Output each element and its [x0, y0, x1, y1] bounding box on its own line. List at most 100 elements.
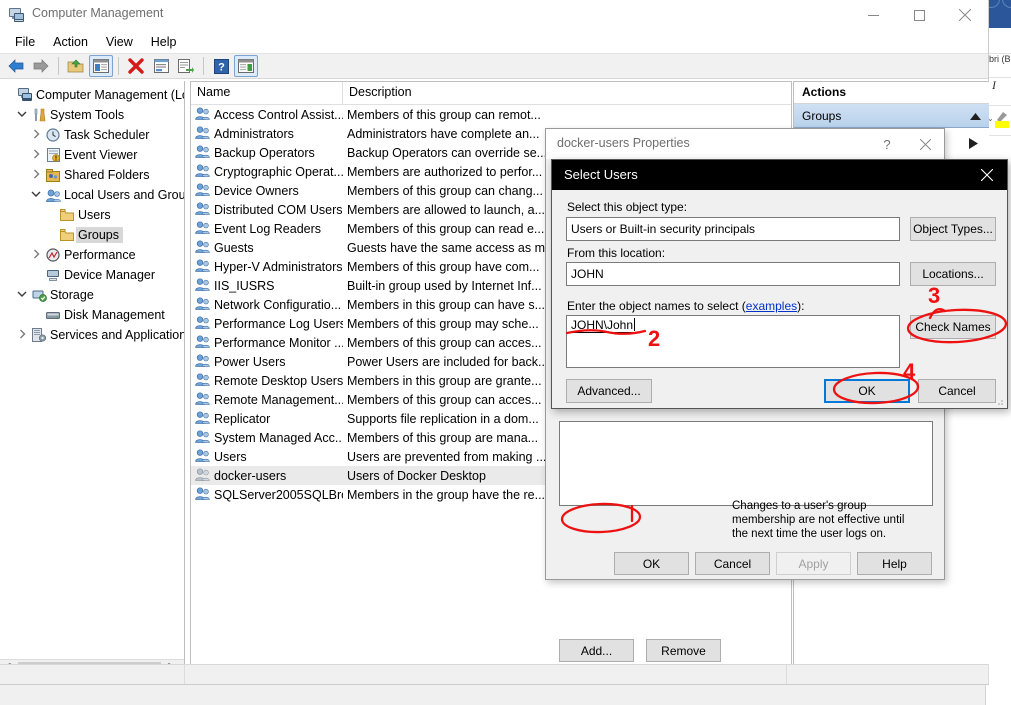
tree-node-system-tools[interactable]: System Tools [0, 105, 184, 125]
toolbar: ? [0, 53, 988, 79]
object-types-button[interactable]: Object Types... [910, 217, 996, 241]
chevron-right-icon[interactable] [28, 249, 44, 262]
location-label: From this location: [567, 246, 666, 260]
properties-close-button[interactable] [906, 129, 944, 159]
group-name: Cryptographic Operat... [214, 164, 343, 179]
locations-button[interactable]: Locations... [910, 262, 996, 286]
menubar: File Action View Help [0, 30, 988, 53]
chevron-down-icon[interactable] [14, 289, 30, 302]
advanced-button[interactable]: Advanced... [566, 379, 652, 403]
chevron-right-icon[interactable] [28, 169, 44, 182]
properties-ok-button[interactable]: OK [614, 552, 689, 575]
users-groups-icon [44, 189, 62, 202]
console-tree-pane[interactable]: Computer Management (Local System Tools Ta… [0, 81, 185, 677]
tree-node-computer-management-local[interactable]: Computer Management (Local [0, 85, 184, 105]
chevron-down-icon[interactable] [28, 189, 44, 202]
tree-node-shared-folders[interactable]: Shared Folders [0, 165, 184, 185]
word-highlight-icon[interactable]: ⌄ [986, 106, 1011, 136]
shared-folders-icon [44, 168, 62, 182]
group-icon [195, 334, 210, 351]
services-icon [30, 328, 48, 342]
properties-help-bottom-button[interactable]: Help [857, 552, 932, 575]
menu-file[interactable]: File [6, 33, 44, 51]
screen: ibri (B I ⌄ Computer Management File Act… [0, 0, 1011, 705]
forward-icon[interactable] [29, 55, 53, 77]
back-icon[interactable] [4, 55, 28, 77]
tree-node-label: Disk Management [64, 308, 165, 322]
object-names-label-after: ): [797, 299, 805, 313]
properties-help-button[interactable]: ? [868, 129, 906, 159]
svg-text:?: ? [218, 61, 225, 73]
object-names-input[interactable]: JOHN\John [566, 315, 900, 368]
actions-group-groups[interactable]: Groups [794, 104, 989, 128]
cell-name: SQLServer2005SQLBro... [191, 486, 343, 503]
check-names-button[interactable]: Check Names [910, 315, 996, 339]
chevron-right-icon[interactable] [28, 129, 44, 142]
group-icon [195, 315, 210, 332]
help-icon[interactable]: ? [209, 55, 233, 77]
export-list-icon[interactable] [174, 55, 198, 77]
group-icon [195, 448, 210, 465]
column-header-name[interactable]: Name [191, 82, 343, 104]
window-title: Computer Management [32, 6, 164, 20]
console-tree: Computer Management (Local System Tools Ta… [0, 81, 184, 345]
show-action-pane-icon[interactable] [234, 55, 258, 77]
storage-icon [30, 289, 48, 302]
minimize-button[interactable] [850, 0, 896, 30]
examples-link[interactable]: examples [746, 299, 797, 313]
group-icon [195, 296, 210, 313]
table-row[interactable]: Access Control Assist... Members of this … [191, 105, 791, 124]
resize-grip-icon[interactable] [994, 396, 1004, 406]
actions-more-button[interactable] [957, 128, 989, 158]
group-icon [195, 106, 210, 123]
menu-view[interactable]: View [97, 33, 142, 51]
tree-node-task-scheduler[interactable]: Task Scheduler [0, 125, 184, 145]
select-users-close-button[interactable] [967, 160, 1007, 190]
select-users-ok-button[interactable]: OK [824, 379, 910, 403]
tree-node-event-viewer[interactable]: Event Viewer [0, 145, 184, 165]
properties-icon[interactable] [149, 55, 173, 77]
tree-node-label: Services and Applications [50, 328, 185, 342]
delete-icon[interactable] [124, 55, 148, 77]
tree-node-groups[interactable]: Groups [0, 225, 184, 245]
menu-action[interactable]: Action [44, 33, 97, 51]
members-listbox[interactable] [559, 421, 933, 506]
show-hide-tree-icon[interactable] [89, 55, 113, 77]
chevron-down-icon[interactable] [14, 109, 30, 122]
group-icon [195, 258, 210, 275]
remove-button[interactable]: Remove [646, 639, 721, 662]
tree-node-performance[interactable]: Performance [0, 245, 184, 265]
chevron-right-icon[interactable] [28, 149, 44, 162]
up-folder-icon[interactable] [64, 55, 88, 77]
chevron-right-icon[interactable] [14, 329, 30, 342]
menu-help[interactable]: Help [142, 33, 186, 51]
group-name: Distributed COM Users [214, 202, 343, 217]
tree-node-device-manager[interactable]: Device Manager [0, 265, 184, 285]
add-button[interactable]: Add... [559, 639, 634, 662]
cell-name: Performance Monitor ... [191, 334, 343, 351]
object-names-value: JOHN\John [571, 318, 634, 333]
select-users-cancel-button[interactable]: Cancel [918, 379, 996, 403]
tree-node-disk-management[interactable]: Disk Management [0, 305, 184, 325]
tree-node-storage[interactable]: Storage [0, 285, 184, 305]
cell-name: Device Owners [191, 182, 343, 199]
column-header-description[interactable]: Description [343, 82, 791, 104]
cell-name: Guests [191, 239, 343, 256]
maximize-button[interactable] [896, 0, 942, 30]
tree-node-users[interactable]: Users [0, 205, 184, 225]
word-circle-icon-2 [1002, 0, 1011, 8]
group-icon [195, 182, 210, 199]
chevron-up-icon[interactable] [970, 109, 981, 123]
object-names-label: Enter the object names to select (exampl… [567, 299, 804, 313]
tree-node-label: Performance [64, 248, 136, 262]
close-button[interactable] [942, 0, 988, 30]
tree-node-local-users-and-groups[interactable]: Local Users and Groups [0, 185, 184, 205]
properties-cancel-button[interactable]: Cancel [695, 552, 770, 575]
tree-node-label: Users [78, 208, 111, 222]
object-type-input[interactable]: Users or Built-in security principals [566, 217, 900, 241]
toolbar-separator-2 [118, 57, 119, 75]
clock-icon [44, 128, 62, 142]
tree-node-services-and-applications[interactable]: Services and Applications [0, 325, 184, 345]
location-input[interactable]: JOHN [566, 262, 900, 286]
word-italic-icon[interactable]: I [986, 78, 1011, 106]
